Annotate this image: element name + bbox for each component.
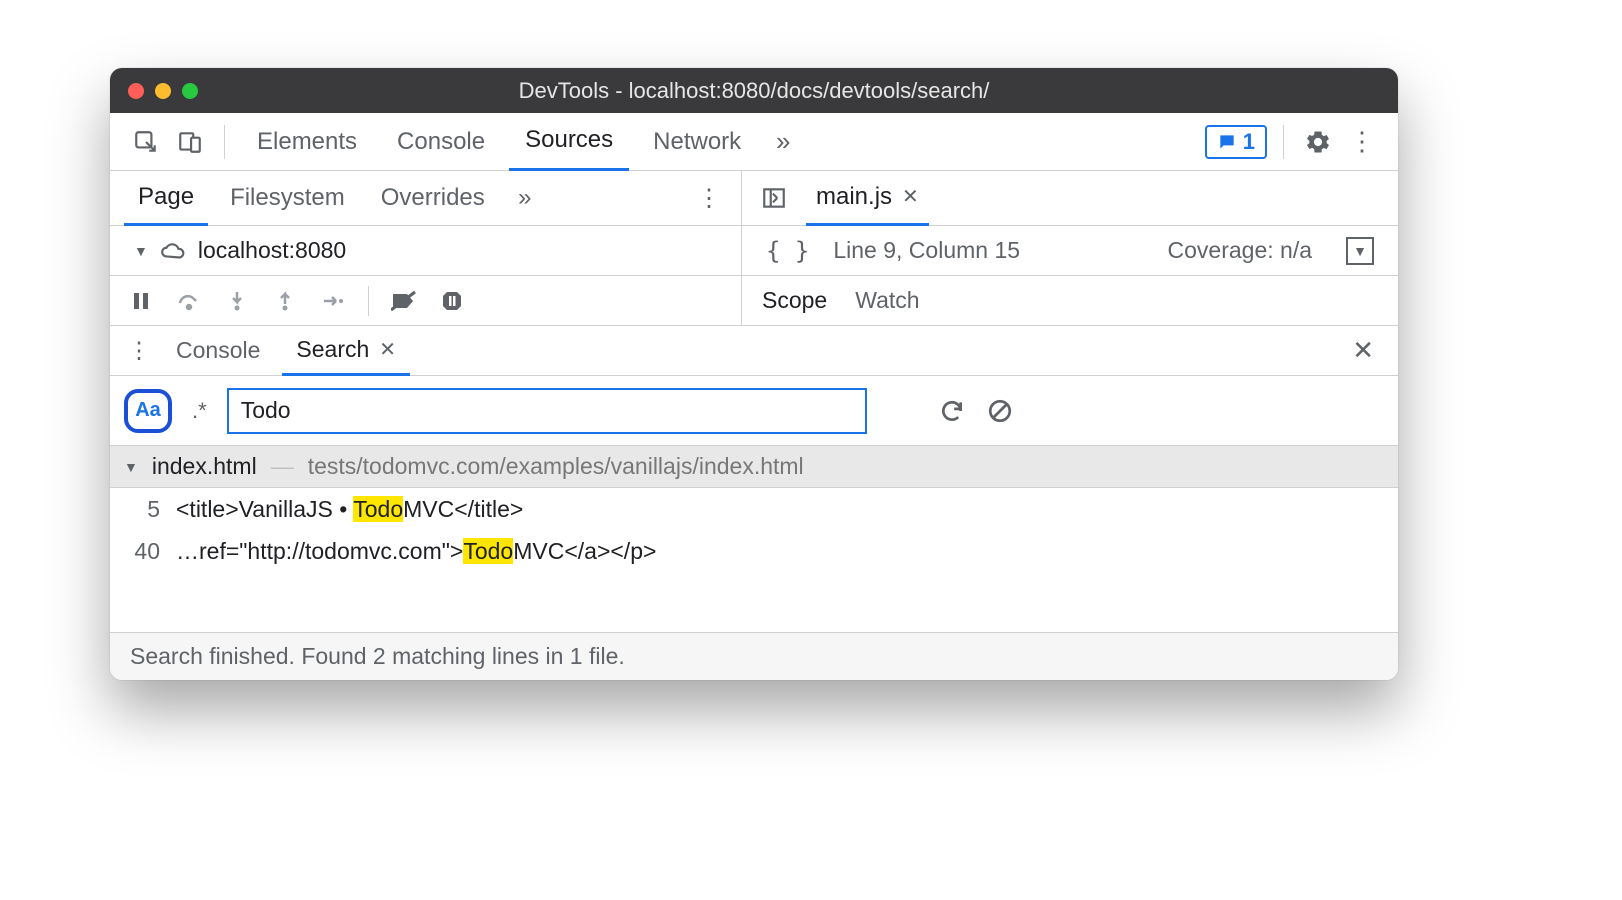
pause-icon[interactable] [128,288,154,314]
regex-button[interactable]: .* [186,398,213,424]
feedback-count: 1 [1243,129,1255,155]
dropdown-icon[interactable]: ▼ [1346,237,1374,265]
separator [1283,125,1284,159]
clear-search-icon[interactable] [983,394,1017,428]
tab-sources[interactable]: Sources [509,113,629,171]
drawer-tab-strip: ⋮ Console Search ✕ ✕ [110,326,1398,376]
window-controls [128,83,198,99]
drawer-kebab-icon[interactable]: ⋮ [124,337,154,364]
sources-subheader: Page Filesystem Overrides » ⋮ main.js ✕ [110,171,1398,226]
step-out-icon[interactable] [272,288,298,314]
format-icon[interactable]: { } [766,237,809,265]
result-file-path: tests/todomvc.com/examples/vanillajs/ind… [308,453,804,480]
debugger-row: Scope Watch [110,276,1398,326]
result-file-name: index.html [152,453,257,480]
subtab-page[interactable]: Page [124,171,208,226]
line-code: …ref="http://todomvc.com">TodoMVC</a></p… [176,538,656,565]
result-line[interactable]: 40 …ref="http://todomvc.com">TodoMVC</a>… [110,530,1398,572]
search-input[interactable] [227,388,867,434]
navigator-status-row: ▼ localhost:8080 { } Line 9, Column 15 C… [110,226,1398,276]
tab-elements[interactable]: Elements [241,113,373,171]
close-window-button[interactable] [128,83,144,99]
editor-tabs: main.js ✕ [742,171,1398,225]
subtab-overrides[interactable]: Overrides [367,171,499,226]
pause-on-exceptions-icon[interactable] [439,288,465,314]
tab-watch[interactable]: Watch [855,287,919,314]
match-case-button[interactable]: Aa [124,389,172,433]
drawer-tab-search[interactable]: Search ✕ [282,326,410,376]
device-toolbar-icon[interactable] [172,124,208,160]
toggle-navigator-icon[interactable] [756,180,792,216]
refresh-search-icon[interactable] [935,394,969,428]
more-tabs-icon[interactable]: » [765,124,801,160]
minimize-window-button[interactable] [155,83,171,99]
separator [224,125,225,159]
line-code: <title>VanillaJS • TodoMVC</title> [176,496,523,523]
tab-scope[interactable]: Scope [762,287,827,314]
subtab-filesystem[interactable]: Filesystem [216,171,359,226]
navigator-tabs: Page Filesystem Overrides » ⋮ [110,171,742,225]
editor-status-row: { } Line 9, Column 15 Coverage: n/a ▼ [742,226,1398,275]
step-icon[interactable] [320,288,346,314]
separator [368,286,369,316]
tab-network[interactable]: Network [637,113,757,171]
feedback-badge[interactable]: 1 [1205,125,1267,159]
tree-expand-icon[interactable]: ▼ [134,243,148,259]
drawer-tab-search-label: Search [296,336,369,363]
maximize-window-button[interactable] [182,83,198,99]
main-tab-strip: Elements Console Sources Network » 1 ⋮ [110,113,1398,171]
devtools-window: DevTools - localhost:8080/docs/devtools/… [110,68,1398,680]
collapse-icon[interactable]: ▼ [124,459,138,475]
sidebar-tabs: Scope Watch [742,276,1398,325]
step-over-icon[interactable] [176,288,202,314]
deactivate-breakpoints-icon[interactable] [391,288,417,314]
close-file-icon[interactable]: ✕ [902,184,919,209]
navigator-kebab-icon[interactable]: ⋮ [691,180,727,216]
drawer-tab-console[interactable]: Console [162,326,274,376]
kebab-menu-icon[interactable]: ⋮ [1344,124,1380,160]
line-number: 40 [124,538,160,565]
search-bar: Aa .* [110,376,1398,446]
status-text: Search finished. Found 2 matching lines … [130,643,625,670]
close-search-tab-icon[interactable]: ✕ [379,337,396,362]
coverage-status: Coverage: n/a [1168,237,1312,264]
search-results: ▼ index.html — tests/todomvc.com/example… [110,446,1398,572]
line-number: 5 [124,496,160,523]
cloud-icon [160,241,186,261]
file-tree: ▼ localhost:8080 [110,226,742,275]
step-into-icon[interactable] [224,288,250,314]
cursor-status: Line 9, Column 15 [833,237,1020,264]
chat-icon [1217,132,1237,152]
result-file-header[interactable]: ▼ index.html — tests/todomvc.com/example… [110,446,1398,488]
close-drawer-icon[interactable]: ✕ [1342,335,1384,366]
window-title: DevTools - localhost:8080/docs/devtools/… [110,78,1398,104]
debugger-toolbar [110,276,742,325]
inspect-element-icon[interactable] [128,124,164,160]
file-tab-label: main.js [816,183,892,211]
settings-icon[interactable] [1300,124,1336,160]
status-bar: Search finished. Found 2 matching lines … [110,632,1398,680]
titlebar: DevTools - localhost:8080/docs/devtools/… [110,68,1398,113]
tree-host-label[interactable]: localhost:8080 [198,237,346,264]
file-tab-main-js[interactable]: main.js ✕ [806,171,929,226]
result-line[interactable]: 5 <title>VanillaJS • TodoMVC</title> [110,488,1398,530]
tab-console[interactable]: Console [381,113,501,171]
more-subtabs-icon[interactable]: » [507,180,543,216]
